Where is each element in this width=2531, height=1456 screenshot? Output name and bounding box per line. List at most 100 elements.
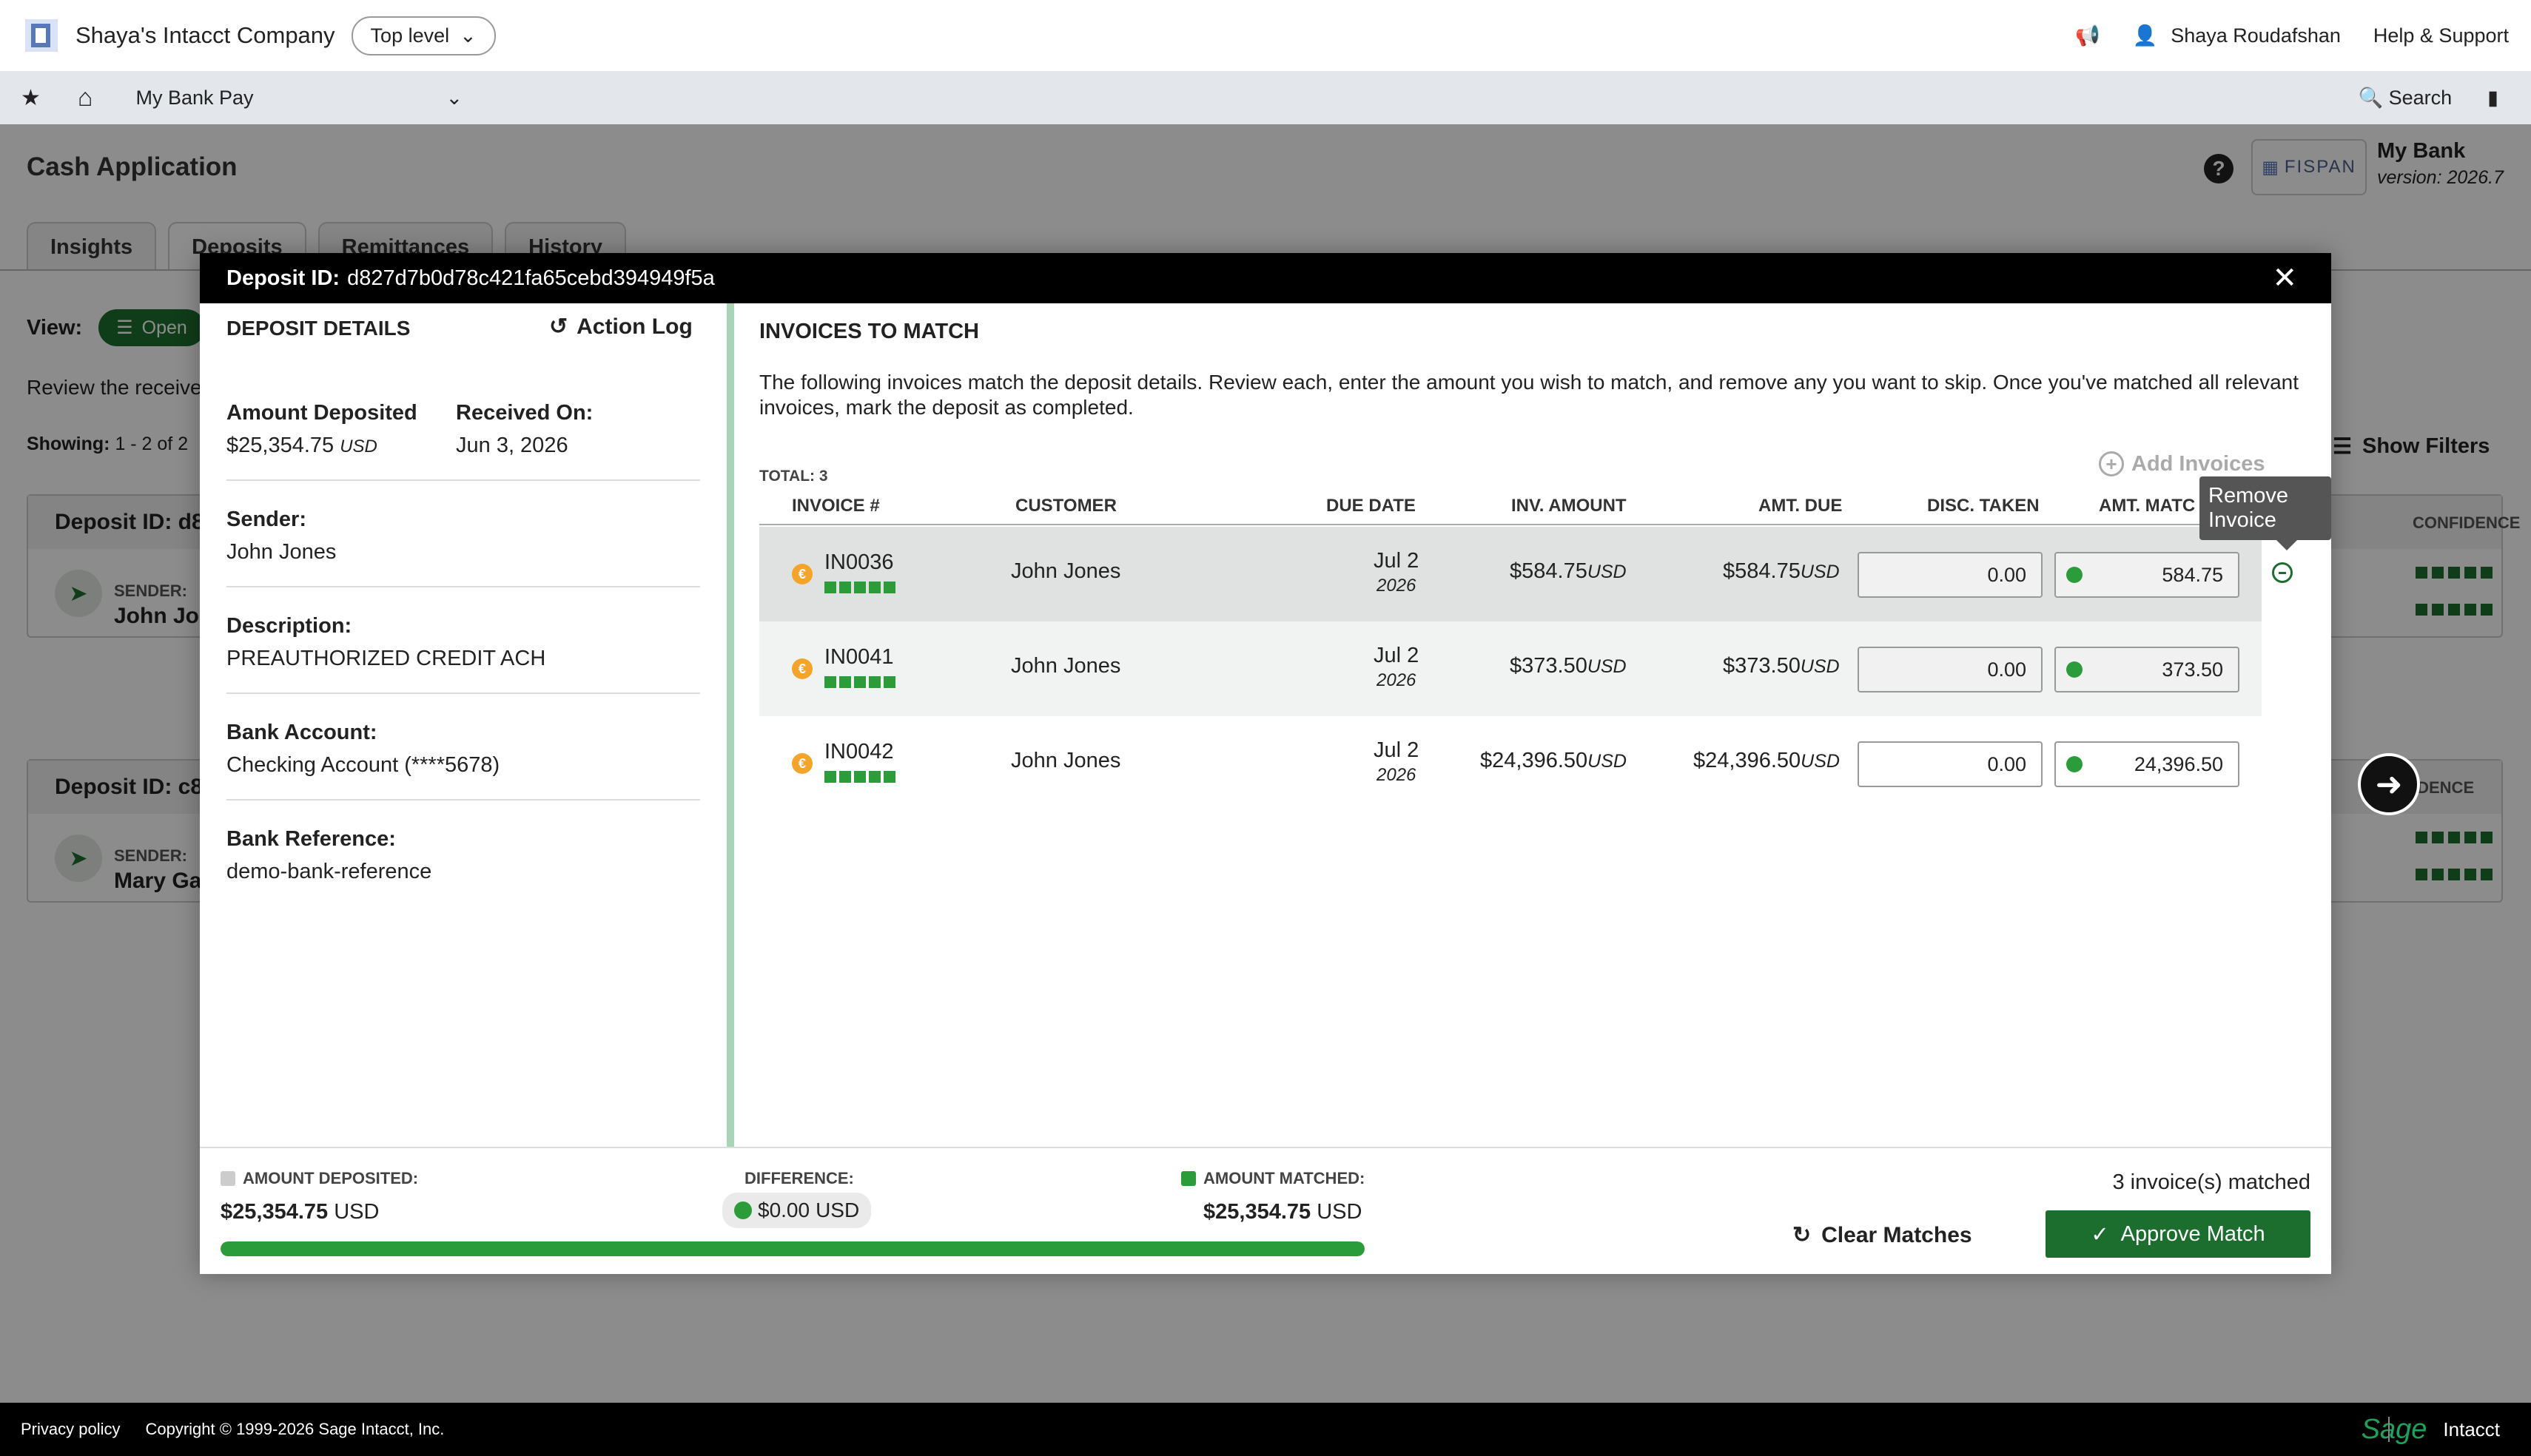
bank-reference-label: Bank Reference: — [226, 827, 396, 851]
invoice-number[interactable]: IN0036 — [824, 550, 894, 575]
discount-input[interactable]: 0.00 — [1858, 552, 2043, 598]
description-value: PREAUTHORIZED CREDIT ACH — [226, 647, 546, 670]
plus-circle-icon: + — [2099, 451, 2124, 476]
remove-invoice-icon[interactable] — [2272, 562, 2293, 583]
legend-swatch — [1181, 1171, 1196, 1186]
bookmark-icon[interactable]: ▮ — [2487, 87, 2498, 109]
match-amount-value: 373.50 — [2162, 658, 2223, 681]
customer-name: John Jones — [1011, 749, 1121, 772]
check-icon — [2066, 567, 2083, 583]
warning-icon: € — [792, 753, 813, 774]
customer-name: John Jones — [1011, 654, 1121, 678]
discount-value: 0.00 — [1987, 563, 2026, 586]
sender-label: Sender: — [226, 508, 306, 531]
approve-match-button[interactable]: ✓ Approve Match — [2046, 1210, 2310, 1258]
user-menu[interactable]: 👤 Shaya Roudafshan — [2133, 24, 2341, 47]
due-year: 2026 — [1377, 670, 1416, 690]
table-header-divider — [759, 524, 2262, 525]
close-icon[interactable]: ✕ — [2272, 263, 2297, 293]
clear-matches-button[interactable]: ↻ Clear Matches — [1792, 1222, 1972, 1248]
amt-due-currency: USD — [1800, 656, 1840, 677]
received-on-label: Received On: — [456, 401, 594, 425]
deposit-details-title: DEPOSIT DETAILS — [226, 317, 411, 340]
user-name: Shaya Roudafshan — [2171, 24, 2341, 47]
inv-amount-currency: USD — [1587, 656, 1627, 677]
action-log-button[interactable]: ↺ Action Log — [549, 314, 693, 340]
discount-value: 0.00 — [1987, 658, 2026, 681]
app-selector[interactable]: My Bank Pay ⌄ — [135, 87, 463, 109]
add-invoices-button[interactable]: + Add Invoices — [2099, 451, 2265, 476]
bank-reference-value: demo-bank-reference — [226, 860, 432, 883]
inv-amount-currency: USD — [1587, 751, 1627, 772]
invoice-total: TOTAL: 3 — [759, 468, 828, 485]
amount-deposited-total: $25,354.75 — [221, 1200, 329, 1224]
search-button[interactable]: 🔍 Search — [2358, 86, 2452, 109]
home-icon[interactable]: ⌂ — [78, 84, 93, 112]
invoices-to-match-title: INVOICES TO MATCH — [759, 320, 979, 343]
col-due-date: DUE DATE — [1326, 496, 1416, 516]
divider — [226, 799, 700, 801]
megaphone-icon[interactable]: 📢 — [2075, 24, 2100, 47]
star-icon[interactable]: ★ — [21, 85, 41, 111]
help-support-link[interactable]: Help & Support — [2373, 24, 2509, 47]
warning-icon: € — [792, 564, 813, 584]
due-date: Jul 2 — [1374, 549, 1419, 573]
match-amount-input[interactable]: 24,396.50 — [2054, 741, 2239, 787]
sender-value: John Jones — [226, 540, 337, 564]
col-amt-matched: AMT. MATC — [2099, 496, 2196, 516]
warning-icon: € — [792, 658, 813, 679]
privacy-policy-link[interactable]: Privacy policy — [21, 1420, 120, 1439]
bank-account-label: Bank Account: — [226, 721, 377, 744]
action-log-label: Action Log — [577, 314, 693, 339]
company-logo-icon[interactable] — [22, 16, 61, 55]
invoice-number[interactable]: IN0042 — [824, 740, 894, 764]
invoices-description: The following invoices match the deposit… — [759, 371, 2299, 419]
match-amount-input[interactable]: 373.50 — [2054, 647, 2239, 692]
customer-name: John Jones — [1011, 559, 1121, 583]
chevron-down-icon: ⌄ — [446, 86, 463, 109]
divider — [226, 479, 700, 481]
add-invoices-label: Add Invoices — [2131, 451, 2265, 476]
divider — [226, 692, 700, 694]
clear-matches-label: Clear Matches — [1821, 1222, 1972, 1247]
divider — [226, 586, 700, 587]
history-icon: ↺ — [549, 314, 568, 339]
company-name: Shaya's Intacct Company — [75, 22, 335, 48]
discount-input[interactable]: 0.00 — [1858, 647, 2043, 692]
amount-matched-label: AMOUNT MATCHED: — [1203, 1169, 1365, 1187]
chevron-down-icon: ⌄ — [460, 24, 477, 47]
search-icon: 🔍 — [2358, 87, 2384, 109]
user-icon: 👤 — [2132, 24, 2158, 47]
sage-intacct-logo: Sage Intacct — [2362, 1403, 2500, 1456]
match-progress-fill — [221, 1241, 1365, 1256]
bank-account-value: Checking Account (****5678) — [226, 753, 500, 777]
modal-footer: AMOUNT DEPOSITED: $25,354.75 USD DIFFERE… — [200, 1147, 2331, 1274]
refresh-icon: ↻ — [1792, 1223, 1812, 1247]
col-disc-taken: DISC. TAKEN — [1927, 496, 2040, 516]
difference-currency: USD — [816, 1199, 860, 1221]
amt-due: $373.50 — [1723, 654, 1801, 678]
amount-currency: USD — [340, 437, 377, 456]
top-bar: Shaya's Intacct Company Top level ⌄ 📢 👤 … — [0, 0, 2531, 71]
match-confidence-bar — [824, 676, 895, 688]
match-confidence-bar — [824, 582, 895, 593]
amt-due: $24,396.50 — [1693, 749, 1801, 772]
match-amount-input[interactable]: 584.75 — [2054, 552, 2239, 598]
match-confidence-bar — [824, 771, 895, 783]
deposited-currency: USD — [334, 1200, 380, 1224]
panel-divider — [727, 303, 734, 1147]
due-year: 2026 — [1377, 765, 1416, 785]
invoice-number[interactable]: IN0041 — [824, 645, 894, 670]
entity-level-dropdown[interactable]: Top level ⌄ — [351, 16, 496, 55]
deposit-match-modal: Deposit ID: d827d7b0d78c421fa65cebd39494… — [200, 253, 2331, 1274]
page-footer: Privacy policy Copyright © 1999-2026 Sag… — [0, 1403, 2531, 1456]
check-icon — [2066, 661, 2083, 678]
due-date: Jul 2 — [1374, 644, 1419, 667]
check-icon — [2066, 756, 2083, 772]
match-amount-value: 584.75 — [2162, 563, 2223, 586]
received-on-value: Jun 3, 2026 — [456, 434, 568, 457]
discount-input[interactable]: 0.00 — [1858, 741, 2043, 787]
app-name: My Bank Pay — [135, 86, 254, 109]
next-arrow-icon[interactable]: ➜ — [2358, 753, 2420, 815]
modal-header: Deposit ID: d827d7b0d78c421fa65cebd39494… — [200, 253, 2331, 303]
